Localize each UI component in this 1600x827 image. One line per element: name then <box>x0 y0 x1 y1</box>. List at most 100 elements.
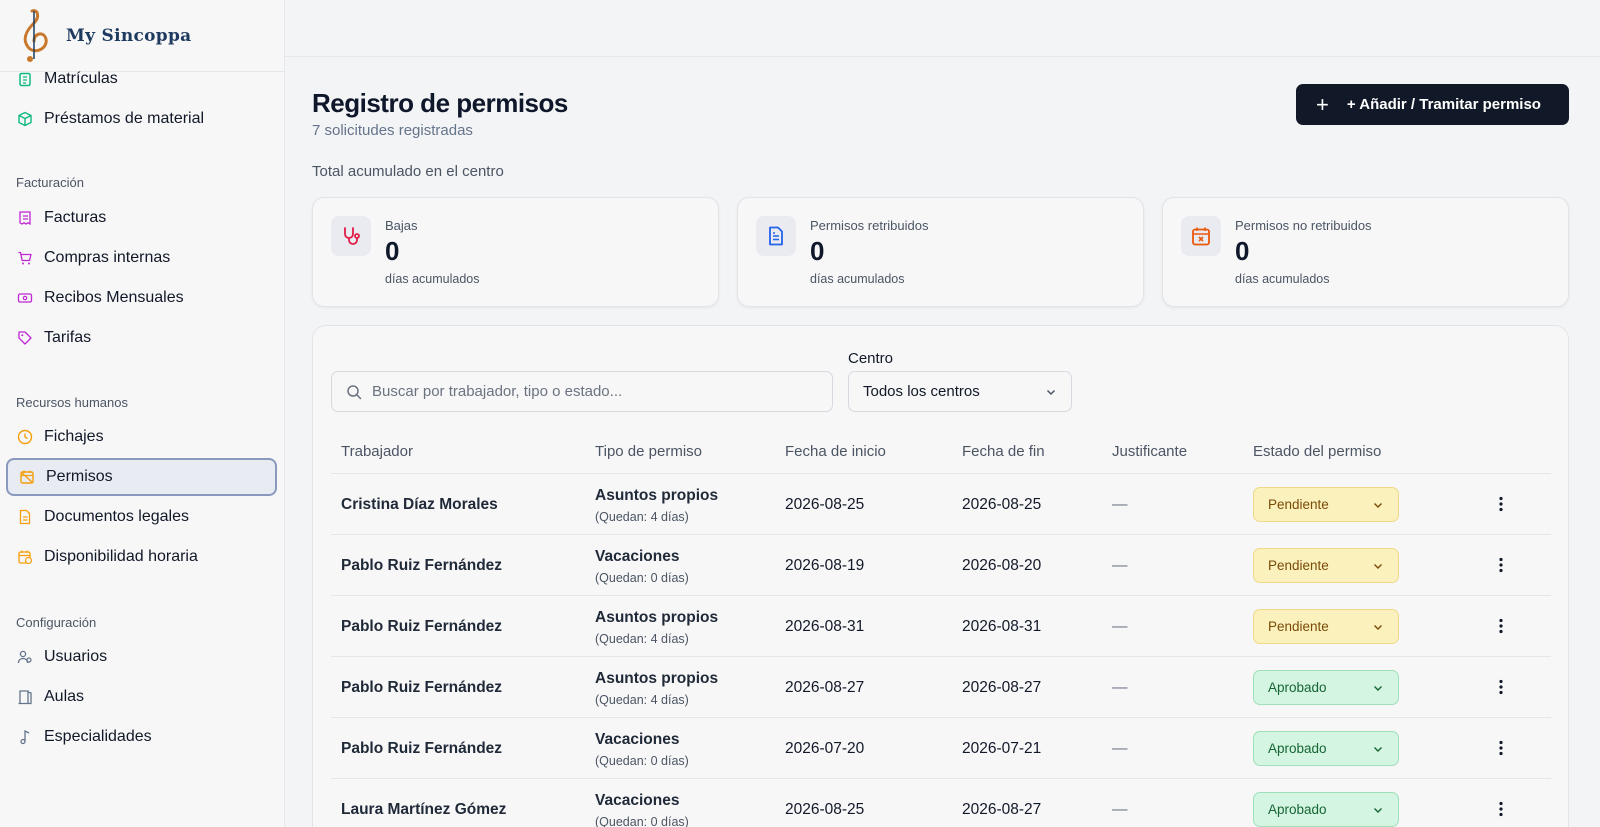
table-row[interactable]: Pablo Ruiz Fernández Asuntos propios (Qued… <box>331 595 1551 656</box>
sidebar-item-permisos[interactable]: Permisos <box>6 458 277 496</box>
permissions-panel: Centro Todos los centros Trabajador Tipo… <box>312 325 1569 827</box>
remaining-days: (Quedan: 0 días) <box>595 754 689 768</box>
chevron-down-icon <box>1374 563 1382 569</box>
users-icon <box>16 648 34 666</box>
add-permission-button[interactable]: + + Añadir / Tramitar permiso <box>1296 84 1569 125</box>
stat-unit: días acumulados <box>1235 272 1330 286</box>
permission-type: Vacaciones <box>595 548 680 565</box>
chevron-down-icon <box>1046 389 1056 395</box>
end-date: 2026-08-20 <box>962 557 1042 574</box>
status-value: Aprobado <box>1268 680 1327 695</box>
status-select[interactable]: Aprobado <box>1253 731 1399 766</box>
stat-card-bajas: Bajas 0 días acumulados <box>312 197 719 307</box>
sidebar-item-label: Documentos legales <box>44 508 189 525</box>
worker-name: Pablo Ruiz Fernández <box>341 557 503 574</box>
column-header-tipo[interactable]: Tipo de permiso <box>595 443 702 460</box>
file-text-icon <box>756 216 796 256</box>
sidebar-item-facturas[interactable]: Facturas <box>6 199 277 237</box>
sidebar-item-label: Compras internas <box>44 249 171 266</box>
centro-select[interactable]: Todos los centros <box>848 371 1072 412</box>
column-header-fecha-fin[interactable]: Fecha de fin <box>962 443 1045 460</box>
justificante-value: — <box>1112 557 1128 574</box>
stat-label: Bajas <box>385 218 418 233</box>
stat-value: 0 <box>385 236 400 266</box>
page-title: Registro de permisos <box>312 88 568 118</box>
permission-type: Asuntos propios <box>595 670 719 687</box>
document-icon <box>16 508 34 526</box>
section-title-recursos-humanos: Recursos humanos <box>16 395 128 410</box>
sidebar-item-usuarios[interactable]: Usuarios <box>6 638 277 676</box>
remaining-days: (Quedan: 0 días) <box>595 815 689 827</box>
chevron-down-icon <box>1374 624 1382 630</box>
plus-icon: + <box>1316 91 1329 117</box>
sidebar-item-fichajes[interactable]: Fichajes <box>6 418 277 456</box>
stat-card-permisos-retribuidos: Permisos retribuidos 0 días acumulados <box>737 197 1144 307</box>
sidebar-item-disponibilidad-horaria[interactable]: Disponibilidad horaria <box>6 538 277 576</box>
row-actions-menu-icon[interactable] <box>1489 553 1513 577</box>
stat-value: 0 <box>1235 236 1250 266</box>
centro-select-value: Todos los centros <box>863 383 980 400</box>
sidebar-item-recibos-mensuales[interactable]: Recibos Mensuales <box>6 279 277 317</box>
app-name: My Sincoppa <box>66 25 192 46</box>
row-actions-menu-icon[interactable] <box>1489 614 1513 638</box>
justificante-value: — <box>1112 618 1128 635</box>
start-date: 2026-07-20 <box>785 740 865 757</box>
worker-name: Laura Martínez Gómez <box>341 801 507 818</box>
table-row[interactable]: Pablo Ruiz Fernández Asuntos propios (Qued… <box>331 656 1551 717</box>
sidebar-item-label: Disponibilidad horaria <box>44 548 198 565</box>
column-header-trabajador[interactable]: Trabajador <box>341 443 413 460</box>
sidebar-item-matriculas[interactable]: Matrículas <box>6 60 277 98</box>
cart-icon <box>16 249 34 267</box>
permission-type: Asuntos propios <box>595 487 719 504</box>
start-date: 2026-08-25 <box>785 496 865 513</box>
search-box[interactable] <box>331 371 833 412</box>
sidebar-item-compras-internas[interactable]: Compras internas <box>6 239 277 277</box>
sidebar-item-prestamos[interactable]: Préstamos de material <box>6 100 277 138</box>
section-title-facturacion: Facturación <box>16 175 84 190</box>
row-actions-menu-icon[interactable] <box>1489 675 1513 699</box>
search-input[interactable] <box>372 383 812 400</box>
clock-icon <box>16 428 34 446</box>
row-actions-menu-icon[interactable] <box>1489 736 1513 760</box>
status-select[interactable]: Pendiente <box>1253 609 1399 644</box>
status-select[interactable]: Pendiente <box>1253 487 1399 522</box>
end-date: 2026-08-27 <box>962 801 1042 818</box>
page-subtitle: 7 solicitudes registradas <box>312 122 473 139</box>
sidebar-item-label: Recibos Mensuales <box>44 289 184 306</box>
clipboard-icon <box>16 70 34 88</box>
column-header-estado[interactable]: Estado del permiso <box>1253 443 1381 460</box>
table-row[interactable]: Laura Martínez Gómez Vacaciones (Quedan: 0… <box>331 778 1551 827</box>
row-actions-menu-icon[interactable] <box>1489 492 1513 516</box>
worker-name: Cristina Díaz Morales <box>341 496 498 513</box>
table-row[interactable]: Pablo Ruiz Fernández Vacaciones (Quedan: 0… <box>331 534 1551 595</box>
sidebar-item-aulas[interactable]: Aulas <box>6 678 277 716</box>
sidebar-item-label: Fichajes <box>44 428 104 445</box>
sincoppa-logo-icon <box>23 8 48 62</box>
row-actions-menu-icon[interactable] <box>1489 797 1513 821</box>
column-header-justificante[interactable]: Justificante <box>1112 443 1187 460</box>
start-date: 2026-08-27 <box>785 679 865 696</box>
sidebar-item-label: Facturas <box>44 209 107 226</box>
sidebar-item-label: Usuarios <box>44 648 108 665</box>
sidebar-item-documentos-legales[interactable]: Documentos legales <box>6 498 277 536</box>
stethoscope-icon <box>331 216 371 256</box>
permission-type: Asuntos propios <box>595 609 719 626</box>
status-value: Aprobado <box>1268 741 1327 756</box>
status-value: Pendiente <box>1268 619 1329 634</box>
sidebar-item-especialidades[interactable]: Especialidades <box>6 718 277 756</box>
start-date: 2026-08-19 <box>785 557 865 574</box>
stat-value: 0 <box>810 236 825 266</box>
status-value: Pendiente <box>1268 558 1329 573</box>
status-select[interactable]: Aprobado <box>1253 670 1399 705</box>
column-header-fecha-inicio[interactable]: Fecha de inicio <box>785 443 886 460</box>
sidebar-item-label: Préstamos de material <box>44 110 205 127</box>
worker-name: Pablo Ruiz Fernández <box>341 740 503 757</box>
status-select[interactable]: Aprobado <box>1253 792 1399 827</box>
calendar-x-icon <box>1181 216 1221 256</box>
status-select[interactable]: Pendiente <box>1253 548 1399 583</box>
centro-label: Centro <box>848 350 894 367</box>
banknote-icon <box>16 289 34 307</box>
table-row[interactable]: Pablo Ruiz Fernández Vacaciones (Quedan: 0… <box>331 717 1551 778</box>
table-row[interactable]: Cristina Díaz Morales Asuntos propios (Que… <box>331 473 1551 534</box>
sidebar-item-tarifas[interactable]: Tarifas <box>6 319 277 357</box>
